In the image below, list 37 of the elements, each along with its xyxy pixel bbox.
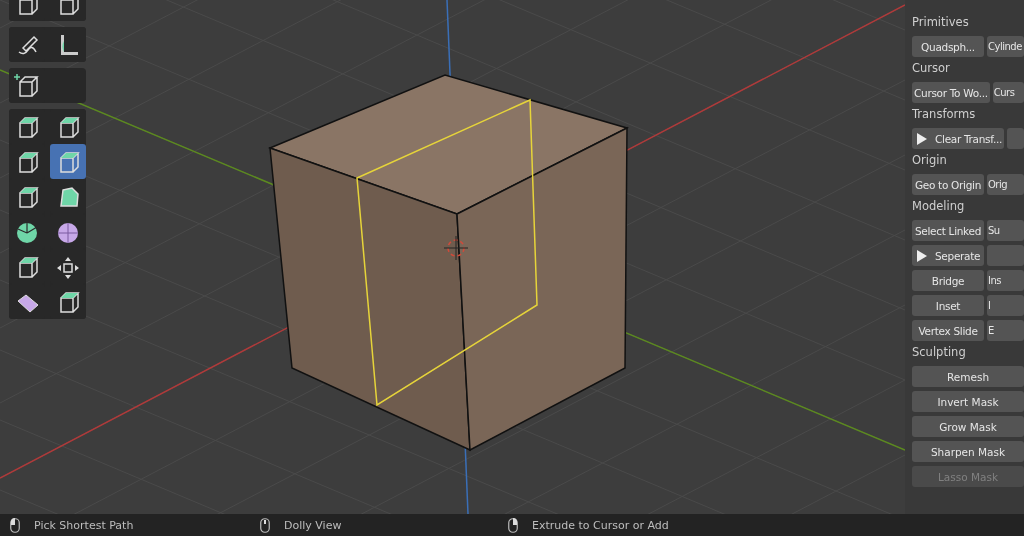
panel-button[interactable]: Seperate [912,245,984,266]
mouse-icon [508,517,518,533]
panel-button[interactable]: Inset [912,295,984,316]
section-title: Sculpting [912,345,967,361]
panel-button[interactable]: Select Linked [912,220,984,241]
panel-button[interactable]: Remesh [912,366,1024,387]
panel-button[interactable]: Ins [987,270,1024,291]
section-title: Primitives [912,15,970,31]
section-title: Cursor [912,61,951,77]
panel-button[interactable]: Quadsph... [912,36,984,57]
panel-button[interactable]: Clear Transf... [912,128,1004,149]
panel-button[interactable]: Bridge [912,270,984,291]
panel-button[interactable]: Orig [987,174,1024,195]
add-cube-icon [14,72,40,99]
play-icon [917,132,927,145]
panel-button[interactable]: Su [987,220,1024,241]
cube-drawing[interactable] [267,74,630,452]
3d-cursor-icon [443,235,469,261]
section-title: Origin [912,153,948,169]
mouse-icon [10,517,20,533]
panel-button[interactable]: Invert Mask [912,391,1024,412]
panel-button[interactable]: Cylinde [987,36,1024,57]
status-text: Extrude to Cursor or Add [532,518,669,532]
status-text: Dolly View [284,518,342,532]
mouse-icon [260,517,270,533]
panel-button[interactable]: Sharpen Mask [912,441,1024,462]
section-title: Transforms [912,107,977,123]
panel-button[interactable]: Curs [992,82,1024,103]
play-icon [917,249,927,262]
section-title: Modeling [912,199,966,215]
panel-button[interactable]: E [987,320,1024,341]
panel-button[interactable]: Grow Mask [912,416,1024,437]
panel-button[interactable]: I [987,295,1024,316]
panel-button[interactable]: Vertex Slide [912,320,984,341]
panel-button[interactable]: Geo to Origin [912,174,984,195]
status-text: Pick Shortest Path [34,518,134,532]
panel-button[interactable]: Cursor To Wo... [912,82,990,103]
